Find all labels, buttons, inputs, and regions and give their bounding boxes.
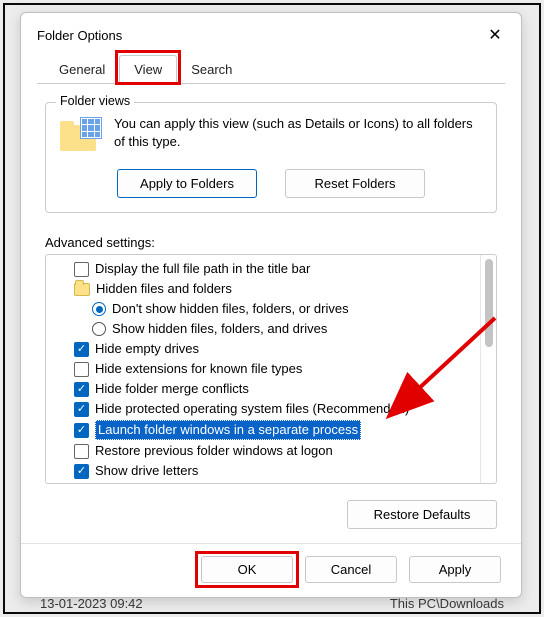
apply-to-folders-button[interactable]: Apply to Folders	[117, 169, 257, 198]
titlebar: Folder Options ✕	[21, 13, 521, 55]
list-item[interactable]: Restore previous folder windows at logon	[48, 441, 478, 461]
close-icon[interactable]: ✕	[485, 25, 505, 45]
cancel-button[interactable]: Cancel	[305, 556, 397, 583]
list-item[interactable]: Hide protected operating system files (R…	[48, 399, 478, 419]
list-item-label: Hidden files and folders	[96, 280, 232, 298]
bg-location: This PC\Downloads	[390, 596, 504, 611]
checkbox[interactable]	[74, 342, 89, 357]
apply-to-folders-label: Apply to Folders	[140, 176, 234, 191]
radio[interactable]	[92, 302, 106, 316]
dialog-buttons: OK Cancel Apply	[21, 543, 521, 597]
list-item-label: Don't show hidden files, folders, or dri…	[112, 300, 349, 318]
list-item-label: Hide empty drives	[95, 340, 199, 358]
folder-views-legend: Folder views	[56, 94, 134, 108]
checkbox[interactable]	[74, 423, 89, 438]
bg-date: 13-01-2023 09:42	[40, 596, 143, 611]
folder-views-icon	[60, 119, 100, 157]
tab-search-label: Search	[191, 62, 232, 77]
apply-label: Apply	[439, 562, 472, 577]
tab-general-label: General	[59, 62, 105, 77]
checkbox[interactable]	[74, 362, 89, 377]
list-item[interactable]: Hidden files and folders	[48, 279, 478, 299]
apply-button[interactable]: Apply	[409, 556, 501, 583]
restore-defaults-button[interactable]: Restore Defaults	[347, 500, 497, 529]
checkbox[interactable]	[74, 444, 89, 459]
list-item-label: Show hidden files, folders, and drives	[112, 320, 327, 338]
list-item[interactable]: Display the full file path in the title …	[48, 259, 478, 279]
checkbox[interactable]	[74, 402, 89, 417]
folder-options-dialog: Folder Options ✕ General View Search Fol…	[20, 12, 522, 598]
background-statusbar: 13-01-2023 09:42 This PC\Downloads	[0, 596, 544, 611]
list-item-label: Hide protected operating system files (R…	[95, 400, 409, 418]
folder-views-group: Folder views You can apply this view (su…	[45, 102, 497, 213]
tabs: General View Search	[37, 55, 505, 84]
radio[interactable]	[92, 322, 106, 336]
folder-views-text: You can apply this view (such as Details…	[114, 115, 482, 150]
list-item[interactable]: Show encrypted or compressed NTFS files …	[48, 481, 478, 483]
folder-icon	[74, 283, 90, 296]
list-item-label: Launch folder windows in a separate proc…	[95, 420, 361, 440]
scroll-thumb[interactable]	[485, 259, 493, 347]
checkbox[interactable]	[74, 382, 89, 397]
tab-view[interactable]: View	[119, 55, 177, 84]
list-item-label: Show drive letters	[95, 462, 198, 480]
tab-view-label: View	[134, 62, 162, 77]
window-title: Folder Options	[37, 28, 122, 43]
list-item[interactable]: Hide folder merge conflicts	[48, 379, 478, 399]
checkbox[interactable]	[74, 464, 89, 479]
advanced-settings-list: Display the full file path in the title …	[46, 255, 480, 483]
restore-defaults-label: Restore Defaults	[374, 507, 471, 522]
tab-general[interactable]: General	[45, 56, 119, 83]
advanced-settings-box: Display the full file path in the title …	[45, 254, 497, 484]
reset-folders-button[interactable]: Reset Folders	[285, 169, 425, 198]
reset-folders-label: Reset Folders	[315, 176, 396, 191]
checkbox[interactable]	[74, 262, 89, 277]
ok-button[interactable]: OK	[201, 556, 293, 583]
list-item-label: Hide folder merge conflicts	[95, 380, 249, 398]
scrollbar[interactable]	[480, 255, 496, 483]
list-item-label: Display the full file path in the title …	[95, 260, 310, 278]
list-item[interactable]: Launch folder windows in a separate proc…	[48, 419, 478, 441]
list-item[interactable]: Hide empty drives	[48, 339, 478, 359]
list-item[interactable]: Show drive letters	[48, 461, 478, 481]
list-item-label: Restore previous folder windows at logon	[95, 442, 333, 460]
list-item[interactable]: Hide extensions for known file types	[48, 359, 478, 379]
advanced-settings-label: Advanced settings:	[45, 235, 497, 250]
ok-label: OK	[238, 562, 257, 577]
list-item[interactable]: Show hidden files, folders, and drives	[48, 319, 478, 339]
tab-content: Folder views You can apply this view (su…	[21, 84, 521, 543]
tab-search[interactable]: Search	[177, 56, 246, 83]
list-item-label: Hide extensions for known file types	[95, 360, 302, 378]
list-item[interactable]: Don't show hidden files, folders, or dri…	[48, 299, 478, 319]
list-item-label: Show encrypted or compressed NTFS files …	[95, 482, 388, 483]
cancel-label: Cancel	[331, 562, 371, 577]
